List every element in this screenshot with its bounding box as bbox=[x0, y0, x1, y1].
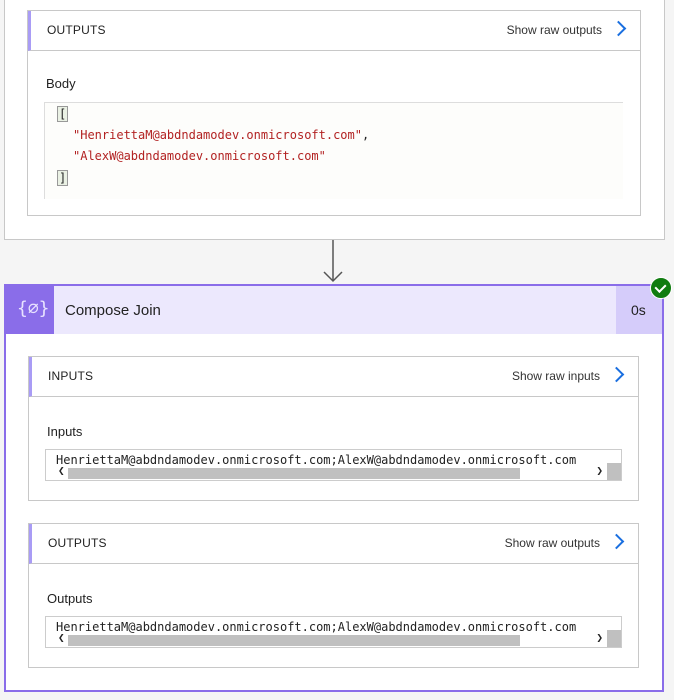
json-string: "HenriettaM@abdndamodev.onmicrosoft.com" bbox=[73, 128, 362, 142]
compose-icon-tile: {∅} bbox=[6, 286, 54, 334]
compose-title: Compose Join bbox=[65, 302, 161, 319]
outputs-header: OUTPUTS Show raw outputs bbox=[29, 524, 638, 564]
inputs-panel: INPUTS Show raw inputs Inputs HenriettaM… bbox=[28, 356, 639, 501]
inputs-label: Inputs bbox=[47, 424, 83, 439]
outputs-label: Outputs bbox=[47, 591, 93, 606]
arrow-down-icon bbox=[323, 240, 343, 283]
comma: , bbox=[361, 128, 370, 142]
scroll-left-icon[interactable]: ❮ bbox=[58, 631, 65, 644]
show-raw-outputs-link[interactable]: Show raw outputs bbox=[505, 536, 600, 550]
scroll-right-icon[interactable]: ❯ bbox=[596, 631, 603, 644]
chevron-right-icon[interactable] bbox=[608, 366, 625, 383]
outputs-value: HenriettaM@abdndamodev.onmicrosoft.com;A… bbox=[56, 620, 577, 634]
chevron-right-icon[interactable] bbox=[610, 20, 627, 37]
outputs-panel: OUTPUTS Show raw outputs Body [ "Henriet… bbox=[27, 10, 641, 216]
compose-header[interactable]: {∅} Compose Join 0s bbox=[6, 286, 662, 334]
inputs-value-box[interactable]: HenriettaM@abdndamodev.onmicrosoft.com;A… bbox=[45, 449, 622, 481]
show-raw-inputs-link[interactable]: Show raw inputs bbox=[512, 369, 600, 383]
close-bracket: ] bbox=[57, 170, 69, 186]
show-raw-outputs-link[interactable]: Show raw outputs bbox=[507, 23, 602, 37]
vertical-scrollbar[interactable] bbox=[607, 630, 621, 647]
duration-text: 0s bbox=[631, 302, 646, 318]
chevron-right-icon[interactable] bbox=[608, 533, 625, 550]
previous-action-card: OUTPUTS Show raw outputs Body [ "Henriet… bbox=[4, 0, 665, 240]
body-json-viewer[interactable]: [ "HenriettaM@abdndamodev.onmicrosoft.co… bbox=[44, 102, 623, 199]
json-string: "AlexW@abdndamodev.onmicrosoft.com" bbox=[73, 149, 326, 163]
inputs-header: INPUTS Show raw inputs bbox=[29, 357, 638, 397]
outputs-title: OUTPUTS bbox=[48, 536, 107, 550]
body-label: Body bbox=[46, 76, 76, 91]
success-check-icon bbox=[650, 277, 672, 299]
scroll-left-icon[interactable]: ❮ bbox=[58, 464, 65, 477]
compose-braces-icon: {∅} bbox=[17, 298, 50, 319]
inputs-value: HenriettaM@abdndamodev.onmicrosoft.com;A… bbox=[56, 453, 577, 467]
scroll-right-icon[interactable]: ❯ bbox=[596, 464, 603, 477]
vertical-scrollbar[interactable] bbox=[607, 463, 621, 480]
compose-join-card: {∅} Compose Join 0s INPUTS Show raw inpu… bbox=[4, 284, 664, 692]
horizontal-scrollbar[interactable] bbox=[68, 635, 520, 646]
outputs-title: OUTPUTS bbox=[47, 23, 106, 37]
outputs-header: OUTPUTS Show raw outputs bbox=[28, 11, 640, 51]
horizontal-scrollbar[interactable] bbox=[68, 468, 520, 479]
inputs-title: INPUTS bbox=[48, 369, 94, 383]
open-bracket: [ bbox=[57, 106, 69, 122]
outputs-value-box[interactable]: HenriettaM@abdndamodev.onmicrosoft.com;A… bbox=[45, 616, 622, 648]
outputs-panel: OUTPUTS Show raw outputs Outputs Henriet… bbox=[28, 523, 639, 668]
